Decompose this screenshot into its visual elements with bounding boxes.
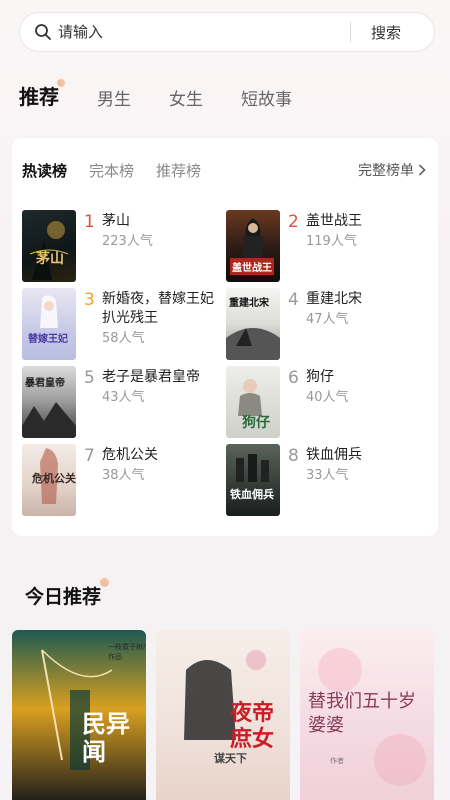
full-list-link[interactable]: 完整榜单	[358, 160, 426, 180]
cover-title: 民异闻	[82, 709, 130, 766]
rank-item[interactable]: 暴君皇帝 5 老子是暴君皇帝 43人气	[22, 366, 222, 438]
search-divider	[350, 22, 351, 42]
book-cover: 替嫁王妃	[22, 288, 76, 360]
full-list-label: 完整榜单	[358, 163, 414, 179]
cover-art	[29, 221, 69, 280]
rank-item[interactable]: 替嫁王妃 3 新婚夜，替嫁王妃扒光残王 58人气	[22, 288, 222, 360]
book-popularity: 58人气	[102, 331, 145, 346]
recommend-book[interactable]: 一枝霓子树/作品 民异闻	[12, 630, 146, 800]
book-title: 狗仔	[306, 369, 334, 385]
book-title: 重建北宋	[306, 291, 362, 307]
top-tabs: 推荐 男生 女生 短故事	[19, 79, 330, 110]
recommend-book[interactable]: 夜帝庶女 谋天下	[156, 630, 290, 800]
rank-number: 2	[288, 212, 299, 232]
tab-short-story[interactable]: 短故事	[241, 85, 292, 110]
book-title: 危机公关	[102, 447, 158, 463]
rank-number: 7	[84, 446, 95, 466]
tab-female[interactable]: 女生	[169, 85, 203, 110]
rank-item[interactable]: 危机公关 7 危机公关 38人气	[22, 444, 222, 516]
book-popularity: 47人气	[306, 312, 349, 327]
rank-number: 4	[288, 290, 299, 310]
rank-item[interactable]: 铁血佣兵 8 铁血佣兵 33人气	[226, 444, 426, 516]
rank-number: 8	[288, 446, 299, 466]
book-title: 老子是暴君皇帝	[102, 369, 200, 385]
cover-title: 暴君皇帝	[25, 378, 65, 389]
book-cover: 重建北宋	[226, 288, 280, 360]
tab-completed[interactable]: 完本榜	[89, 160, 134, 181]
cover-author: 作者	[330, 757, 344, 765]
book-cover: 盖世战王	[226, 210, 280, 282]
book-title: 铁血佣兵	[306, 447, 362, 463]
rank-number: 3	[84, 290, 95, 310]
today-recommend-header: 今日推荐	[25, 578, 110, 609]
book-popularity: 119人气	[306, 234, 357, 249]
search-icon	[34, 22, 54, 42]
rank-number: 1	[84, 212, 95, 232]
recommend-book[interactable]: 替我们五十岁婆婆 作者	[300, 630, 434, 800]
cover-title: 危机公关	[32, 472, 76, 485]
ranking-card: 热读榜 完本榜 推荐榜 完整榜单 茅山 1 茅山 223人气 盖世战王 2 盖世…	[12, 138, 438, 536]
cover-title: 替嫁王妃	[28, 334, 68, 345]
book-popularity: 43人气	[102, 390, 145, 405]
rank-item[interactable]: 茅山 1 茅山 223人气	[22, 210, 222, 282]
cover-title: 狗仔	[242, 415, 270, 431]
book-cover: 暴君皇帝	[22, 366, 76, 438]
book-cover: 危机公关	[22, 444, 76, 516]
chevron-right-icon	[418, 164, 426, 176]
cover-title: 夜帝庶女	[230, 700, 275, 752]
rank-item[interactable]: 重建北宋 4 重建北宋 47人气	[226, 288, 426, 360]
cover-title: 铁血佣兵	[230, 488, 274, 501]
cover-author: 一枝霓子树/作品	[108, 643, 146, 661]
rank-number: 5	[84, 368, 95, 388]
book-title: 新婚夜，替嫁王妃扒光残王	[102, 291, 214, 326]
cover-subtitle: 谋天下	[214, 752, 247, 765]
book-popularity: 40人气	[306, 390, 349, 405]
search-bar[interactable]: 搜索	[19, 12, 435, 52]
cover-art	[40, 295, 58, 328]
tab-recommended[interactable]: 推荐榜	[156, 160, 201, 181]
book-popularity: 223人气	[102, 234, 153, 249]
book-cover: 铁血佣兵	[226, 444, 280, 516]
cover-title: 重建北宋	[229, 298, 269, 309]
book-title: 茅山	[102, 213, 130, 229]
rank-item[interactable]: 盖世战王 2 盖世战王 119人气	[226, 210, 426, 282]
rank-item[interactable]: 狗仔 6 狗仔 40人气	[226, 366, 426, 438]
book-cover: 茅山	[22, 210, 76, 282]
ranking-tabs: 热读榜 完本榜 推荐榜	[22, 160, 223, 181]
book-cover: 狗仔	[226, 366, 280, 438]
cover-art	[236, 454, 269, 482]
cover-title: 盖世战王	[230, 258, 274, 275]
tab-recommend[interactable]: 推荐	[19, 79, 65, 110]
cover-title: 茅山	[36, 251, 64, 267]
book-popularity: 33人气	[306, 468, 349, 483]
cover-title: 替我们五十岁婆婆	[308, 691, 416, 736]
rank-number: 6	[288, 368, 299, 388]
tab-male[interactable]: 男生	[97, 85, 131, 110]
search-button[interactable]: 搜索	[371, 22, 401, 43]
tab-hot-reading[interactable]: 热读榜	[22, 160, 67, 181]
search-input[interactable]	[58, 23, 328, 41]
book-popularity: 38人气	[102, 468, 145, 483]
book-title: 盖世战王	[306, 213, 362, 229]
